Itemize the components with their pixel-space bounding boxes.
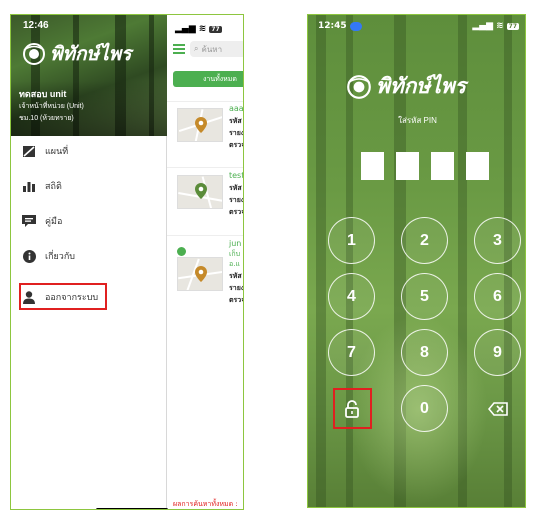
keypad-9[interactable]: 9 [474, 329, 521, 376]
navigation-drawer: 12:46 พิทักษ์ไพร ทดสอบ unit เจ้าหน้าที่ห… [11, 15, 167, 509]
app-name: พิทักษ์ไพร [376, 73, 466, 98]
keypad-5[interactable]: 5 [401, 273, 448, 320]
status-bar: ▂▄▆ ≋ 77 [175, 24, 222, 34]
status-time: 12:45 [318, 21, 347, 31]
menu-item-manual[interactable]: คู่มือ [11, 206, 167, 236]
manual-icon [21, 213, 37, 229]
app-logo: พิทักษ์ไพร [345, 70, 466, 103]
app-logo: พิทักษ์ไพร [21, 39, 131, 69]
status-indicators: ▂▄▆ ≋ 77 [472, 21, 519, 31]
status-bar: 12:45 [318, 21, 362, 31]
battery-icon: 77 [209, 25, 222, 33]
case-list-pane: ▂▄▆ ≋ 77 ⌕ ค้นหา งานทั้งหมด aaa รหัส ราย… [167, 15, 244, 509]
bar-chart-icon [21, 178, 37, 194]
case-field: รหัส [229, 184, 242, 192]
tab-all-tasks[interactable]: งานทั้งหมด [173, 71, 243, 87]
menu-label: เกี่ยวกับ [45, 251, 76, 261]
status-time: 12:46 [23, 20, 49, 31]
search-placeholder: ค้นหา [201, 44, 223, 54]
unlock-highlight-box [333, 388, 372, 429]
user-unit: ชม.10 (ห้วยทราย) [19, 115, 74, 122]
map-pin-icon [195, 266, 207, 282]
menu-item-stats[interactable]: สถิติ [11, 171, 167, 201]
map-thumbnail [177, 257, 223, 291]
menu-label: แผนที่ [45, 146, 69, 156]
case-title: aaa [229, 104, 244, 113]
map-pin-icon [195, 183, 207, 199]
pin-digit-box [396, 152, 419, 180]
case-field: ตรวจ [229, 141, 244, 149]
location-icon [349, 21, 362, 31]
app-name: พิทักษ์ไพร [50, 43, 132, 65]
backspace-icon [487, 401, 508, 416]
case-field: รายง [229, 284, 244, 292]
app-logo-icon [23, 43, 45, 65]
pin-prompt: ใส่รหัส PIN [398, 116, 437, 125]
app-logo-icon [347, 74, 371, 99]
pin-digit-box [431, 152, 454, 180]
list-item[interactable]: jun เก็บ อ.แ รหัส รายง ตรวจ [173, 239, 244, 309]
case-field: รหัส [229, 272, 242, 280]
left-phone-screenshot: ▂▄▆ ≋ 77 ⌕ ค้นหา งานทั้งหมด aaa รหัส ราย… [10, 14, 244, 510]
results-count-text: ผลการค้นหาทั้งหมด : [173, 500, 238, 508]
case-field: ตรวจ [229, 296, 244, 304]
keypad-4[interactable]: 4 [328, 273, 375, 320]
pin-digit-box [361, 152, 384, 180]
case-field: ตรวจ [229, 208, 244, 216]
menu-item-map[interactable]: แผนที่ [11, 136, 167, 166]
info-icon [21, 248, 37, 264]
signal-icon: ▂▄▆ [472, 21, 494, 31]
map-thumbnail [177, 175, 223, 209]
wifi-icon: ≋ [496, 21, 504, 31]
battery-icon: 77 [506, 22, 519, 30]
case-field: รหัส [229, 117, 242, 125]
list-item[interactable]: test รหัส รายง ตรวจ [173, 171, 244, 233]
map-pin-icon [195, 117, 207, 133]
case-field: รายง [229, 129, 244, 137]
case-title: test [229, 171, 244, 180]
menu-label: คู่มือ [45, 216, 63, 226]
keypad-3[interactable]: 3 [474, 217, 521, 264]
home-indicator [96, 508, 168, 509]
drawer-header: 12:46 พิทักษ์ไพร ทดสอบ unit เจ้าหน้าที่ห… [11, 15, 167, 136]
keypad-6[interactable]: 6 [474, 273, 521, 320]
user-name: ทดสอบ unit [19, 89, 67, 99]
logout-highlight-box [19, 283, 107, 310]
wifi-icon: ≋ [198, 24, 207, 34]
keypad-0[interactable]: 0 [401, 385, 448, 432]
pin-digit-box [466, 152, 489, 180]
menu-label: สถิติ [45, 181, 62, 191]
keypad-7[interactable]: 7 [328, 329, 375, 376]
list-item[interactable]: aaa รหัส รายง ตรวจ [173, 104, 244, 166]
map-off-icon [21, 143, 37, 159]
case-title: jun [229, 239, 242, 248]
keypad-2[interactable]: 2 [401, 217, 448, 264]
user-role: เจ้าหน้าที่หน่วย (Unit) [19, 103, 84, 110]
signal-icon: ▂▄▆ [175, 24, 196, 34]
hamburger-menu-icon[interactable] [173, 44, 185, 54]
search-icon: ⌕ [194, 44, 199, 53]
case-field: รายง [229, 196, 244, 204]
keypad-1[interactable]: 1 [328, 217, 375, 264]
map-thumbnail [177, 108, 223, 142]
case-field: อ.แ [229, 260, 240, 268]
keypad-8[interactable]: 8 [401, 329, 448, 376]
status-badge [177, 247, 186, 256]
right-phone-screenshot: 12:45 ▂▄▆ ≋ 77 พิทักษ์ไพร ใส่รหัส PIN 1 … [307, 14, 526, 508]
search-input[interactable]: ⌕ ค้นหา [190, 41, 243, 57]
backspace-button[interactable] [474, 385, 521, 432]
menu-item-about[interactable]: เกี่ยวกับ [11, 241, 167, 271]
